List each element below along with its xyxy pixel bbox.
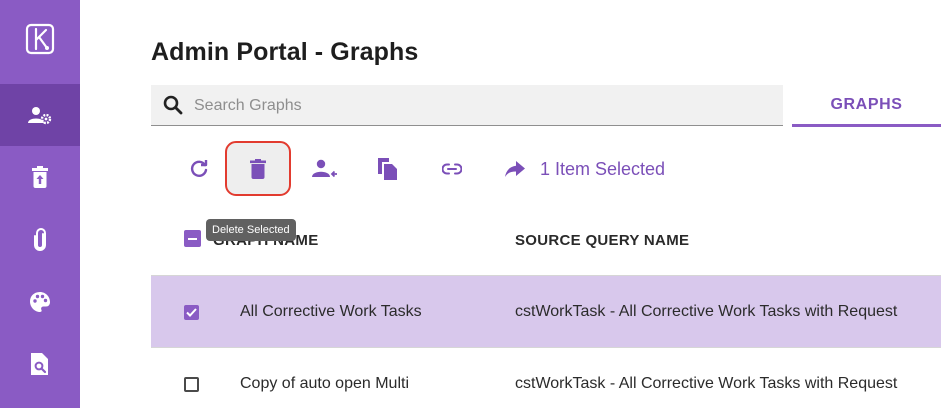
search-input[interactable]: [192, 93, 756, 119]
refresh-button[interactable]: [181, 151, 217, 187]
paperclip-icon: [34, 228, 46, 251]
delete-icon: [250, 158, 266, 179]
row-checkbox[interactable]: [184, 305, 199, 320]
source-query-cell: cstWorkTask - All Corrective Work Tasks …: [515, 375, 898, 392]
link-icon: [442, 163, 462, 175]
sidebar-item-trash[interactable]: [0, 146, 80, 208]
app-logo-icon: [25, 23, 55, 55]
sidebar: [0, 0, 80, 408]
selected-count: 1 Item Selected: [540, 159, 666, 179]
tab-graphs[interactable]: GRAPHS: [792, 85, 941, 127]
row-checkbox[interactable]: [184, 377, 199, 392]
share-button[interactable]: [497, 151, 533, 187]
graph-name-cell: All Corrective Work Tasks: [240, 303, 422, 320]
sidebar-item-themes[interactable]: [0, 271, 80, 333]
sidebar-item-attachments[interactable]: [0, 209, 80, 271]
graph-name-cell: Copy of auto open Multi: [240, 375, 409, 392]
refresh-icon: [190, 160, 208, 177]
delete-selected-button[interactable]: [225, 141, 291, 196]
assign-user-icon: [312, 159, 337, 178]
document-search-icon: [31, 353, 48, 375]
sidebar-item-queries[interactable]: [0, 333, 80, 395]
assign-user-button[interactable]: [307, 151, 343, 187]
table-row[interactable]: Copy of auto open Multi cstWorkTask - Al…: [151, 347, 941, 419]
copy-icon: [378, 158, 397, 180]
table-row[interactable]: All Corrective Work Tasks cstWorkTask - …: [151, 275, 941, 347]
search-box: [151, 85, 783, 126]
user-admin-icon: [28, 107, 52, 125]
trash-restore-icon: [32, 166, 48, 188]
select-all-checkbox[interactable]: [184, 230, 201, 247]
source-query-cell: cstWorkTask - All Corrective Work Tasks …: [515, 303, 898, 320]
page-title: Admin Portal - Graphs: [151, 38, 419, 66]
share-icon: [505, 161, 525, 177]
column-header-source-query[interactable]: SOURCE QUERY NAME: [515, 232, 689, 249]
search-icon: [163, 95, 183, 115]
palette-icon: [30, 292, 50, 312]
tooltip: Delete Selected: [206, 219, 296, 241]
link-button[interactable]: [434, 151, 470, 187]
copy-button[interactable]: [370, 151, 406, 187]
checkmark-icon: [186, 308, 197, 317]
sidebar-item-admin[interactable]: [0, 84, 80, 146]
app-logo[interactable]: [0, 8, 80, 70]
